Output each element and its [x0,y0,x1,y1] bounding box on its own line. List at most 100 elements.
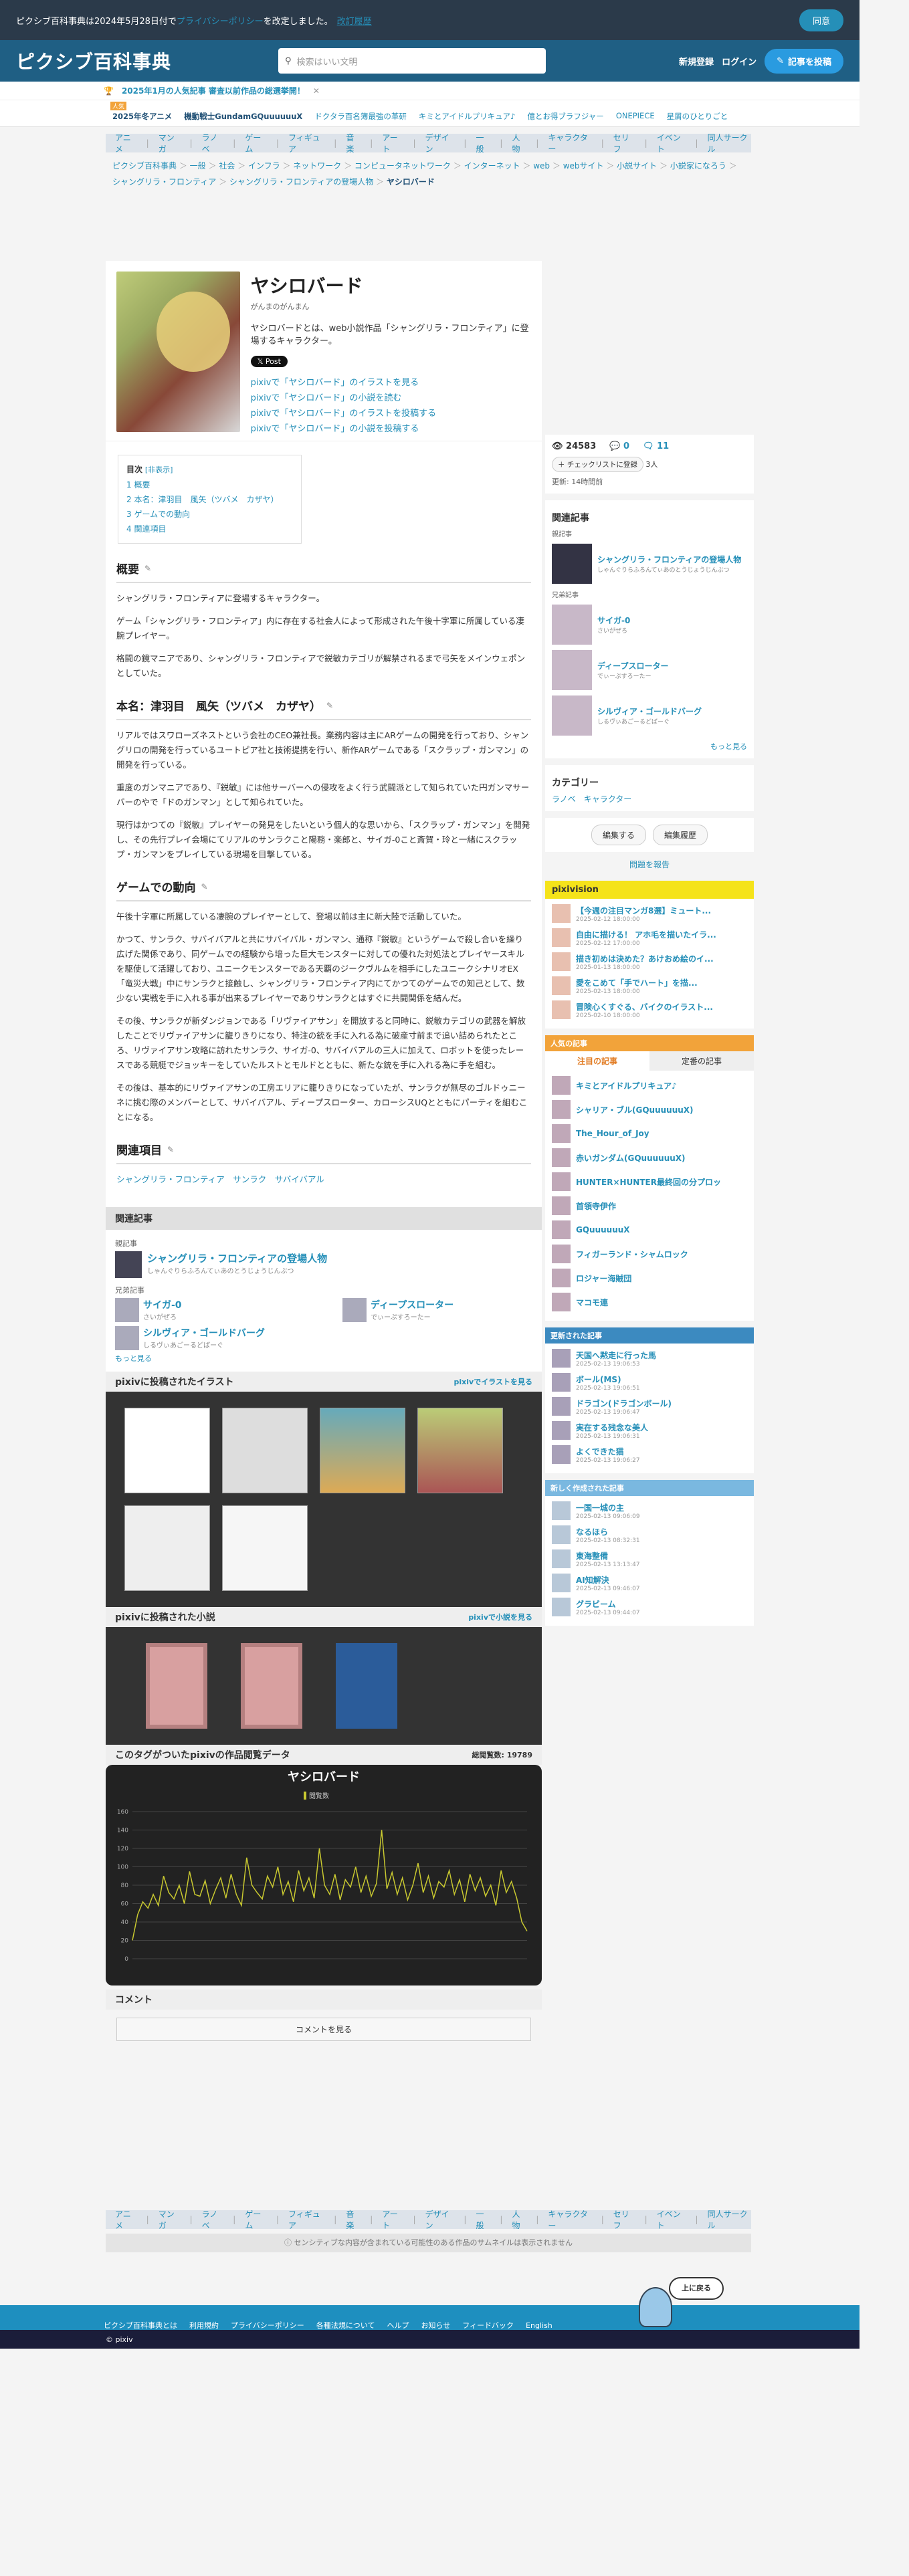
pixiv-link[interactable]: pixivで「ヤシロバード」の小説を投稿する [251,421,531,437]
privacy-link[interactable]: プライバシーポリシー [177,14,264,27]
trend-item[interactable]: キミとアイドルプリキュア♪ [419,111,516,122]
category-link-2[interactable]: ラノベ [202,2208,224,2231]
footer-link[interactable]: お知らせ [421,2320,450,2331]
illust-thumb[interactable] [320,1408,405,1493]
trend-item[interactable]: 星屑のひとりごと [667,111,728,122]
novel-thumb[interactable] [336,1643,397,1729]
category-link-8[interactable]: 一般 [476,2208,490,2231]
side-sibling-item[interactable]: ディープスローター でぃーぷすろーたー [552,650,747,690]
list-item[interactable]: なるほら 2025-02-13 08:32:31 [552,1525,747,1544]
toc-item[interactable]: 2 本名：津羽目 風矢（ツバメ カザヤ） [126,492,293,507]
side-sibling-item[interactable]: シルヴィア・ゴールドバーグ しるヴぃあごーるどばーぐ [552,695,747,736]
category-tag[interactable]: キャラクター [584,793,632,804]
illust-thumb[interactable] [222,1505,308,1591]
pixiv-link[interactable]: pixivで「ヤシロバード」のイラストを見る [251,375,531,391]
category-link-9[interactable]: 人物 [512,132,526,154]
toc-item[interactable]: 1 概要 [126,477,293,492]
side-parent-item[interactable]: シャングリラ・フロンティアの登場人物 しゃんぐりらふろんてぃあのとうじょうじんぶつ [552,544,747,584]
revision-link[interactable]: 改訂履歴 [337,14,372,27]
character-image[interactable] [116,272,240,432]
popular-item[interactable]: 赤いガンダム(GQuuuuuuX) [552,1148,747,1167]
footer-link[interactable]: フィードバック [462,2320,514,2331]
breadcrumb-item[interactable]: シャングリラ・フロンティアの登場人物 [229,177,373,187]
list-item[interactable]: 【今週の注目マンガ8選】ミュート... 2025-02-12 18:00:00 [552,904,747,923]
x-post-button[interactable]: 𝕏 Post [250,356,288,367]
category-link-6[interactable]: アート [382,2208,403,2231]
login-link[interactable]: ログイン [722,55,756,68]
novel-thumb[interactable] [241,1643,302,1729]
trend-item[interactable]: 機動戦士GundamGQuuuuuuX [184,111,302,122]
category-tag[interactable]: ラノベ [552,793,576,804]
checklist-button[interactable]: ＋ チェックリストに登録 [552,457,643,472]
novel-link[interactable]: pixivで小説を見る [468,1612,532,1622]
breadcrumb-item[interactable]: ピクシブ百科事典 [112,161,177,171]
category-link-9[interactable]: 人物 [512,2208,526,2231]
breadcrumb-item[interactable]: インフラ [248,161,280,171]
category-link-12[interactable]: イベント [657,2208,686,2231]
toc-hide[interactable]: [非表示] [145,465,173,474]
category-link-6[interactable]: アート [382,132,403,154]
sibling-item[interactable]: サイガ-0 さいがぜろ [115,1298,302,1322]
popular-item[interactable]: マコモ連 [552,1293,747,1311]
close-icon[interactable]: ✕ [313,86,320,96]
side-sibling-item[interactable]: サイガ-0 さいがぜろ [552,605,747,645]
footer-link[interactable]: ピクシブ百科事典とは [104,2320,177,2331]
category-link-1[interactable]: マンガ [159,132,181,154]
category-link-7[interactable]: デザイン [425,2208,455,2231]
category-link-13[interactable]: 同人サークル [708,132,751,154]
category-link-3[interactable]: ゲーム [245,2208,267,2231]
footer-link[interactable]: English [526,2321,552,2330]
edit-button[interactable]: 編集する [591,825,646,845]
footer-link[interactable]: プライバシーポリシー [231,2320,304,2331]
sibling-item[interactable]: ディープスローター でぃーぷすろーたー [342,1298,530,1322]
footer-link[interactable]: ヘルプ [387,2320,409,2331]
illust-thumb[interactable] [124,1505,210,1591]
parent-item[interactable]: シャングリラ・フロンティアの登場人物 しゃんぐりらふろんてぃあのとうじょうじんぶつ [115,1251,532,1278]
trend-item[interactable]: 2025年冬アニメ [112,111,172,122]
edit-pen-icon[interactable]: ✎ [201,882,208,891]
list-item[interactable]: 一国一城の主 2025-02-13 09:06:09 [552,1501,747,1520]
report-link[interactable]: 問題を報告 [545,859,754,870]
list-item[interactable]: 実在する残念な美人 2025-02-13 19:06:31 [552,1421,747,1440]
view-comments-button[interactable]: コメントを見る [116,2018,531,2041]
breadcrumb-item[interactable]: 社会 [219,161,235,171]
category-link-0[interactable]: アニメ [115,132,137,154]
pixiv-link[interactable]: pixivで「ヤシロバード」の小説を読む [251,391,531,406]
history-button[interactable]: 編集履歴 [653,825,708,845]
post-article-button[interactable]: ✎ 記事を投稿 [765,48,843,74]
breadcrumb-item[interactable]: 一般 [190,161,206,171]
list-item[interactable]: 天国へ黙走に行った馬 2025-02-13 19:06:53 [552,1349,747,1368]
search-input[interactable]: ⚲ 検索はいい文明 [278,48,546,74]
category-link-5[interactable]: 音楽 [346,2208,361,2231]
list-item[interactable]: 冒険心くすぐる、バイクのイラスト... 2025-02-10 18:00:00 [552,1000,747,1019]
trend-item[interactable]: ONEPIECE [616,111,655,122]
breadcrumb-item[interactable]: 小説サイト [617,161,657,171]
list-item[interactable]: よくできた猫 2025-02-13 19:06:27 [552,1445,747,1464]
popular-item[interactable]: キミとアイドルプリキュア♪ [552,1076,747,1095]
category-link-1[interactable]: マンガ [159,2208,181,2231]
breadcrumb-item[interactable]: webサイト [563,161,604,171]
list-item[interactable]: 自由に描ける！ アホ毛を描いたイラ... 2025-02-12 17:00:00 [552,928,747,947]
category-link-2[interactable]: ラノベ [202,132,224,154]
category-link-5[interactable]: 音楽 [346,132,361,154]
list-item[interactable]: 描き初めは決めた？あけおめ絵のイ... 2025-01-13 18:00:00 [552,952,747,971]
agree-button[interactable]: 同意 [799,9,843,31]
category-link-10[interactable]: キャラクター [548,132,591,154]
site-logo[interactable]: ピクシブ百科事典 [16,47,171,74]
category-link-11[interactable]: セリフ [613,132,635,154]
footer-link[interactable]: 各種法規について [316,2320,375,2331]
popular-item[interactable]: HUNTER×HUNTER最終回の分プロッ [552,1172,747,1191]
popular-item[interactable]: フィガーランド・シャムロック [552,1245,747,1263]
edit-pen-icon[interactable]: ✎ [144,564,151,573]
breadcrumb-item[interactable]: ネットワーク [293,161,341,171]
category-link-12[interactable]: イベント [657,132,686,154]
breadcrumb-item[interactable]: シャングリラ・フロンティア [112,177,216,187]
back-to-top-button[interactable]: 上に戻る [669,2277,724,2300]
toc-item[interactable]: 4 関連項目 [126,522,293,536]
list-item[interactable]: ドラゴン(ドラゴンボール) 2025-02-13 19:06:47 [552,1397,747,1416]
category-link-11[interactable]: セリフ [613,2208,635,2231]
illust-link[interactable]: pixivでイラストを見る [454,1376,532,1387]
list-item[interactable]: AI知解決 2025-02-13 09:46:07 [552,1574,747,1592]
category-link-3[interactable]: ゲーム [245,132,267,154]
category-link-0[interactable]: アニメ [115,2208,137,2231]
